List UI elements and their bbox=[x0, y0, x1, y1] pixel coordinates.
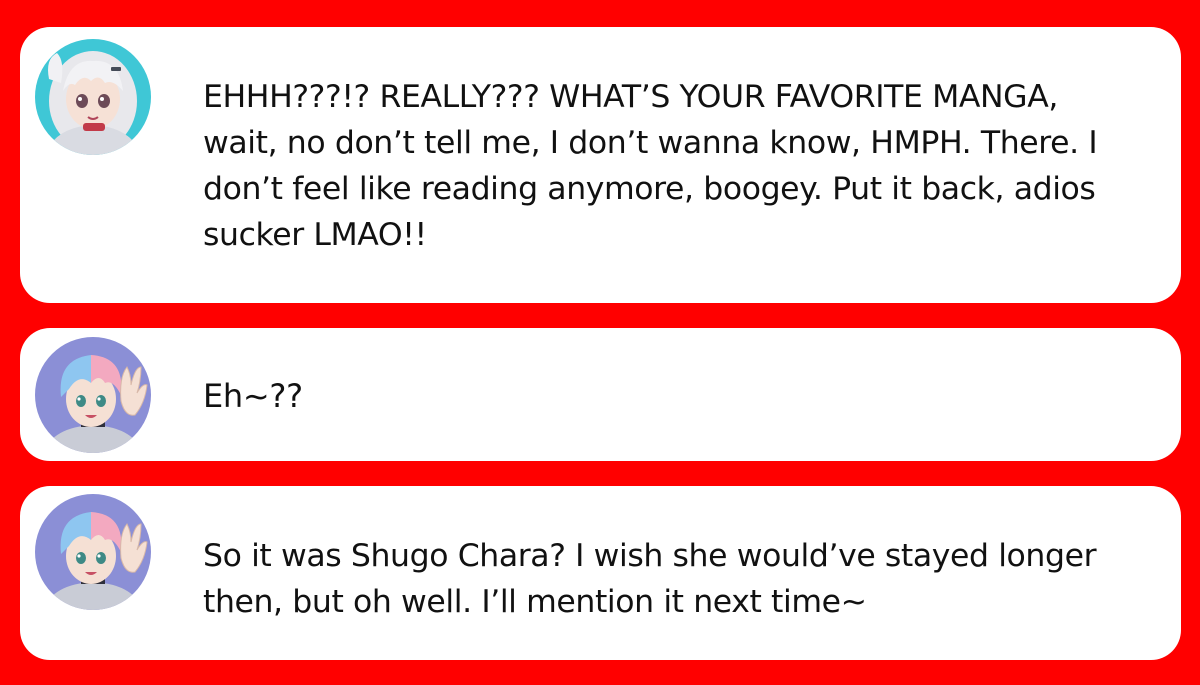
message-bubble-1: EHHH???!? REALLY??? WHAT’S YOUR FAVORITE… bbox=[20, 27, 1181, 303]
message-text: So it was Shugo Chara? I wish she would’… bbox=[203, 538, 1097, 620]
blue-pink-haired-boy-avatar-icon bbox=[35, 494, 151, 610]
message-bubble-3: So it was Shugo Chara? I wish she would’… bbox=[20, 486, 1181, 660]
blue-pink-haired-boy-avatar-icon bbox=[35, 337, 151, 453]
message-text: EHHH???!? REALLY??? WHAT’S YOUR FAVORITE… bbox=[203, 79, 1098, 253]
message-text: Eh~?? bbox=[203, 377, 303, 415]
message-bubble-2: Eh~?? bbox=[20, 328, 1181, 461]
white-haired-girl-avatar-icon bbox=[35, 39, 151, 155]
